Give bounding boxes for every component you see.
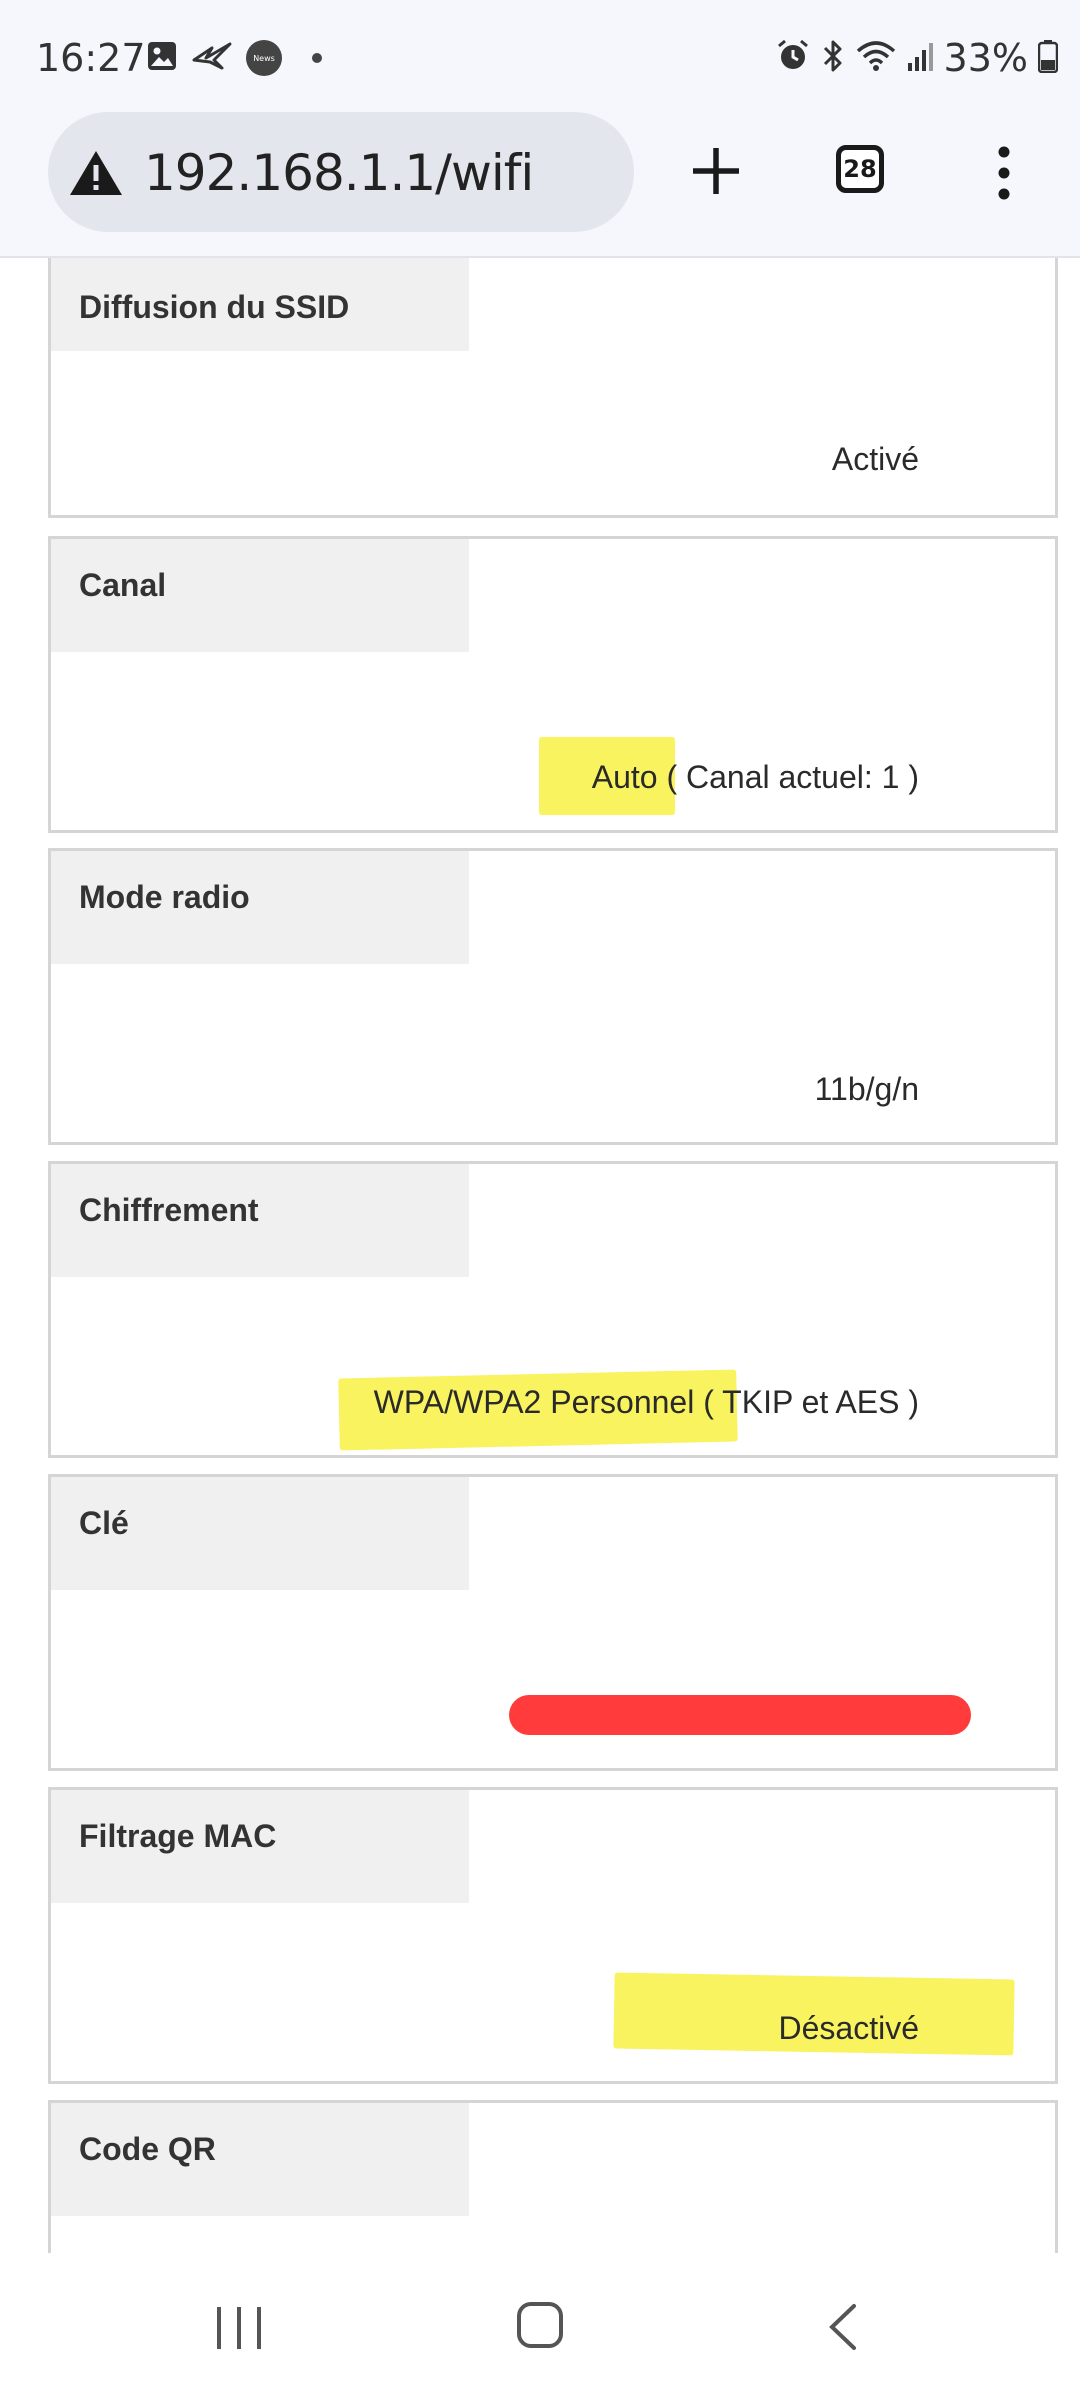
tab-switcher-button[interactable]: 28 — [836, 145, 884, 193]
setting-label: Canal — [51, 539, 469, 652]
new-tab-button[interactable] — [683, 138, 749, 204]
setting-value: WPA/WPA2 Personnel ( TKIP et AES ) — [373, 1384, 919, 1420]
setting-value: Activé — [831, 441, 919, 477]
address-bar[interactable]: 192.168.1.1/wifi — [48, 112, 634, 232]
signal-icon — [906, 39, 934, 77]
wifi-icon — [856, 39, 896, 77]
setting-card-qr-code: Code QR — [48, 2100, 1058, 2253]
setting-card-radio-mode: Mode radio 11b/g/n — [48, 848, 1058, 1145]
recent-apps-icon[interactable] — [214, 2305, 264, 2356]
notification-dot-icon — [312, 53, 322, 63]
bluetooth-icon — [820, 39, 846, 77]
battery-percent: 33% — [943, 36, 1028, 80]
setting-card-key: Clé — [48, 1474, 1058, 1771]
status-icons-right: 33% — [776, 36, 1059, 80]
more-menu-icon[interactable] — [992, 146, 1016, 200]
system-nav-bar — [0, 2253, 1080, 2400]
alarm-icon — [776, 39, 810, 77]
setting-label: Diffusion du SSID — [51, 258, 469, 351]
setting-label: Mode radio — [51, 851, 469, 964]
browser-toolbar: 192.168.1.1/wifi 28 — [0, 110, 1080, 258]
setting-value: 11b/g/n — [814, 1071, 919, 1107]
image-icon — [146, 40, 178, 76]
setting-card-ssid-broadcast: Diffusion du SSID Activé — [48, 258, 1058, 518]
news-icon: News — [246, 40, 282, 76]
redaction-mark — [509, 1695, 971, 1735]
setting-card-channel: Canal Auto ( Canal actuel: 1 ) — [48, 536, 1058, 833]
setting-card-mac-filter: Filtrage MAC Désactivé — [48, 1787, 1058, 2084]
battery-icon — [1037, 39, 1059, 77]
setting-card-encryption: Chiffrement WPA/WPA2 Personnel ( TKIP et… — [48, 1161, 1058, 1458]
setting-label: Chiffrement — [51, 1164, 469, 1277]
wifi-settings-content: Diffusion du SSID Activé Canal Auto ( Ca… — [0, 258, 1080, 2253]
status-time: 16:27 — [36, 36, 146, 80]
fan-bird-icon — [192, 40, 232, 76]
setting-label: Code QR — [51, 2103, 469, 2216]
back-icon[interactable] — [826, 2303, 860, 2356]
setting-label: Filtrage MAC — [51, 1790, 469, 1903]
warning-icon[interactable] — [68, 149, 124, 202]
setting-value: Auto ( Canal actuel: 1 ) — [591, 759, 919, 795]
setting-label: Clé — [51, 1477, 469, 1590]
home-icon[interactable] — [516, 2301, 564, 2354]
url-text[interactable]: 192.168.1.1/wifi — [144, 144, 534, 202]
setting-value: Désactivé — [778, 2010, 920, 2046]
status-icons-left: News — [146, 40, 322, 76]
status-bar: 16:27 News 33% — [0, 0, 1080, 125]
